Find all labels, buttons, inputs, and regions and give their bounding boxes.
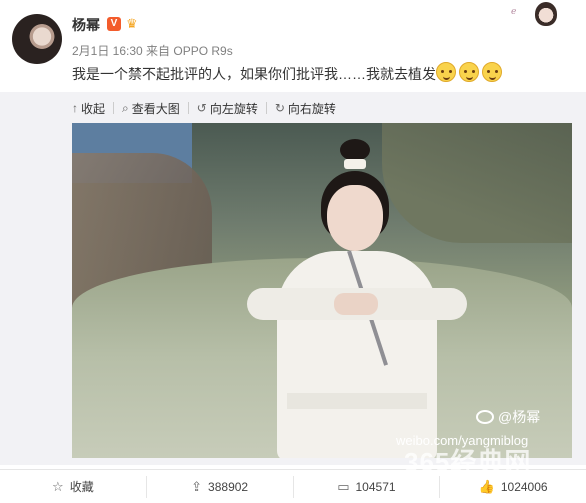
rotate-left-button[interactable]: ↺ 向左旋转 (197, 100, 258, 117)
rotate-left-icon: ↺ (196, 101, 207, 115)
corner-profile-card[interactable]: ℯ (507, 0, 586, 30)
repost-icon: ⇪ (191, 478, 203, 494)
post-header: 杨幂 V ♛ 2月1日 16:30 来自 OPPO R9s 我是一个禁不起批评的… (0, 0, 586, 92)
repost-button[interactable]: ⇪ 388902 (147, 475, 294, 498)
media-panel: ↑ 收起 ⌕ 查看大图 ↺ 向左旋转 ↻ 向右旋转 @杨幂 weibo.com/… (0, 92, 586, 465)
corner-card-avatar (535, 2, 557, 26)
watermark-handle-text: @杨幂 (498, 409, 541, 425)
figure-hands (334, 293, 378, 315)
rotate-right-button[interactable]: ↻ 向右旋转 (275, 100, 336, 117)
zoom-icon: ⌕ (122, 101, 129, 115)
post-meta[interactable]: 2月1日 16:30 来自 OPPO R9s (72, 42, 233, 59)
corner-card-signature: ℯ (511, 6, 517, 16)
arrow-up-icon: ↑ (72, 101, 78, 115)
post-text: 我是一个禁不起批评的人，如果你们批评我……我就去植发 (72, 66, 436, 82)
avatar[interactable] (12, 14, 62, 64)
collapse-button[interactable]: ↑ 收起 (72, 100, 105, 117)
divider (265, 102, 267, 114)
divider (113, 102, 115, 114)
doge-emoji-icon (482, 62, 502, 82)
post-photo[interactable]: @杨幂 weibo.com/yangmiblog (72, 123, 572, 458)
photo-rocks (382, 123, 572, 243)
star-icon: ☆ (52, 478, 64, 494)
repost-count: 388902 (208, 479, 249, 494)
rotate-left-label: 向左旋转 (209, 101, 258, 116)
doge-emoji-icon (436, 62, 456, 82)
like-count: 1024006 (500, 479, 548, 494)
comment-count: 104571 (355, 479, 396, 494)
thumbs-up-icon: 👍 (478, 478, 495, 494)
view-large-label: 查看大图 (131, 101, 180, 116)
emoji-row (436, 62, 502, 84)
weibo-logo-icon (476, 410, 494, 424)
photo-watermark-handle: @杨幂 (476, 407, 540, 427)
figure-hairband (344, 159, 366, 169)
favorite-button[interactable]: ☆ 收藏 (0, 475, 147, 498)
doge-emoji-icon (459, 62, 479, 82)
view-large-button[interactable]: ⌕ 查看大图 (122, 100, 180, 117)
collapse-label: 收起 (81, 101, 106, 116)
figure-bun (340, 139, 370, 161)
comment-icon: ▭ (337, 478, 350, 494)
media-toolbar: ↑ 收起 ⌕ 查看大图 ↺ 向左旋转 ↻ 向右旋转 (72, 98, 336, 118)
figure-face (327, 185, 383, 251)
site-watermark: 365经典网 (404, 447, 532, 477)
vip-crown-icon: ♛ (126, 16, 138, 31)
username[interactable]: 杨幂 (72, 15, 100, 35)
verified-icon: V (107, 17, 121, 31)
figure-belt (287, 393, 427, 409)
favorite-label: 收藏 (69, 480, 94, 494)
rotate-right-icon: ↻ (274, 101, 285, 115)
divider (187, 102, 189, 114)
rotate-right-label: 向右旋转 (287, 101, 336, 116)
